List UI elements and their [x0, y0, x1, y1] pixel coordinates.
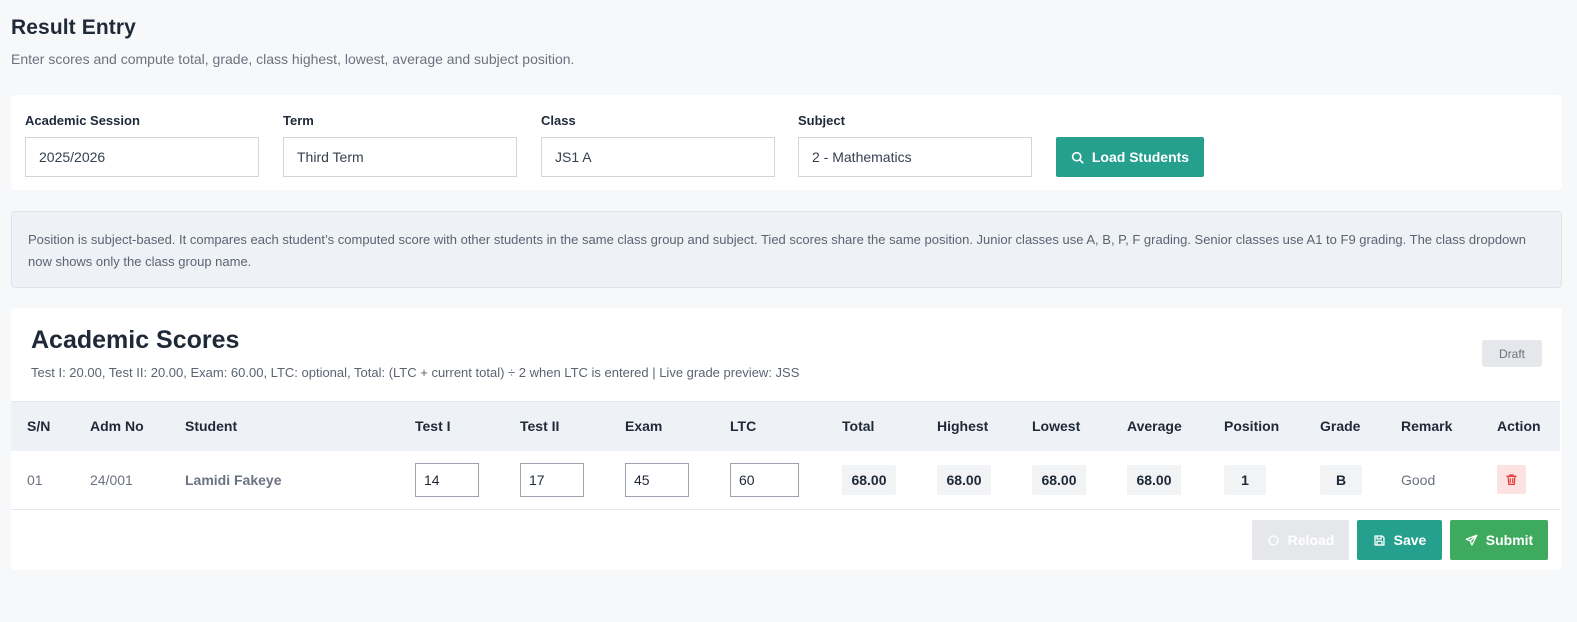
- cell-test1: [399, 451, 504, 510]
- page-subtitle: Enter scores and compute total, grade, c…: [11, 51, 575, 67]
- cell-exam: [609, 451, 714, 510]
- info-notice: Position is subject-based. It compares e…: [11, 211, 1562, 288]
- col-ltc: LTC: [714, 401, 826, 451]
- col-average: Average: [1111, 401, 1208, 451]
- col-test1: Test I: [399, 401, 504, 451]
- scores-note: Test I: 20.00, Test II: 20.00, Exam: 60.…: [31, 365, 800, 380]
- save-label: Save: [1393, 532, 1427, 548]
- table-row: 01 24/001 Lamidi Fakeye 68.00: [11, 451, 1560, 510]
- cell-action: [1481, 451, 1560, 510]
- col-highest: Highest: [921, 401, 1016, 451]
- col-grade: Grade: [1304, 401, 1385, 451]
- page-title: Result Entry: [11, 16, 136, 39]
- load-students-label: Load Students: [1091, 149, 1190, 165]
- filter-card: Academic Session 2025/2026 Term Third Te…: [11, 95, 1562, 190]
- floppy-disk-icon: [1374, 534, 1385, 546]
- scores-table: S/N Adm No Student Test I Test II Exam L…: [11, 401, 1560, 510]
- col-adm-no: Adm No: [74, 401, 169, 451]
- col-remark: Remark: [1385, 401, 1481, 451]
- grade-value: B: [1320, 464, 1362, 495]
- cell-lowest: 68.00: [1016, 451, 1111, 510]
- circle-icon: [1268, 534, 1279, 546]
- cell-adm-no: 24/001: [90, 471, 133, 488]
- action-bar: Reload Save Submit: [1252, 520, 1548, 560]
- class-field: Class JS1 A: [541, 113, 775, 177]
- col-test2: Test II: [504, 401, 609, 451]
- col-action: Action: [1481, 401, 1560, 451]
- search-icon: [1071, 151, 1084, 164]
- reload-label: Reload: [1287, 532, 1335, 548]
- test2-input[interactable]: [520, 462, 584, 497]
- cell-student-name: Lamidi Fakeye: [185, 471, 282, 488]
- session-field: Academic Session 2025/2026: [25, 113, 259, 177]
- send-icon: [1465, 534, 1478, 546]
- session-select[interactable]: 2025/2026: [25, 137, 259, 177]
- exam-input[interactable]: [625, 462, 689, 497]
- cell-position: 1: [1208, 451, 1304, 510]
- cell-remark: Good: [1401, 471, 1436, 488]
- col-total: Total: [826, 401, 921, 451]
- ltc-input[interactable]: [730, 462, 799, 497]
- session-label: Academic Session: [25, 113, 140, 128]
- col-sn: S/N: [11, 401, 74, 451]
- submit-label: Submit: [1485, 532, 1534, 548]
- status-badge: Draft: [1482, 340, 1542, 367]
- scores-title: Academic Scores: [31, 326, 240, 354]
- cell-total: 68.00: [826, 451, 921, 510]
- submit-button[interactable]: Submit: [1450, 520, 1548, 560]
- subject-label: Subject: [798, 113, 845, 128]
- delete-row-button[interactable]: [1497, 465, 1526, 495]
- cell-highest: 68.00: [921, 451, 1016, 510]
- col-lowest: Lowest: [1016, 401, 1111, 451]
- col-student: Student: [169, 401, 399, 451]
- page-header: Result Entry Enter scores and compute to…: [11, 16, 574, 67]
- term-field: Term Third Term: [283, 113, 517, 177]
- cell-grade: B: [1304, 451, 1385, 510]
- total-value: 68.00: [842, 464, 896, 495]
- subject-select[interactable]: 2 - Mathematics: [798, 137, 1032, 177]
- highest-value: 68.00: [937, 464, 991, 495]
- save-button[interactable]: Save: [1357, 520, 1442, 560]
- cell-sn: 01: [27, 471, 43, 488]
- position-value: 1: [1224, 464, 1266, 495]
- class-select[interactable]: JS1 A: [541, 137, 775, 177]
- subject-field: Subject 2 - Mathematics: [798, 113, 1032, 177]
- term-label: Term: [283, 113, 314, 128]
- term-select[interactable]: Third Term: [283, 137, 517, 177]
- trash-icon: [1506, 474, 1517, 486]
- col-position: Position: [1208, 401, 1304, 451]
- test1-input[interactable]: [415, 462, 479, 497]
- table-header-row: S/N Adm No Student Test I Test II Exam L…: [11, 401, 1560, 451]
- load-students-button[interactable]: Load Students: [1056, 137, 1204, 177]
- cell-ltc: [714, 451, 826, 510]
- cell-test2: [504, 451, 609, 510]
- cell-average: 68.00: [1111, 451, 1208, 510]
- col-exam: Exam: [609, 401, 714, 451]
- average-value: 68.00: [1127, 464, 1181, 495]
- class-label: Class: [541, 113, 576, 128]
- reload-button[interactable]: Reload: [1252, 520, 1349, 560]
- lowest-value: 68.00: [1032, 464, 1086, 495]
- academic-scores-card: Academic Scores Test I: 20.00, Test II: …: [11, 308, 1562, 570]
- info-text: Position is subject-based. It compares e…: [28, 232, 1526, 269]
